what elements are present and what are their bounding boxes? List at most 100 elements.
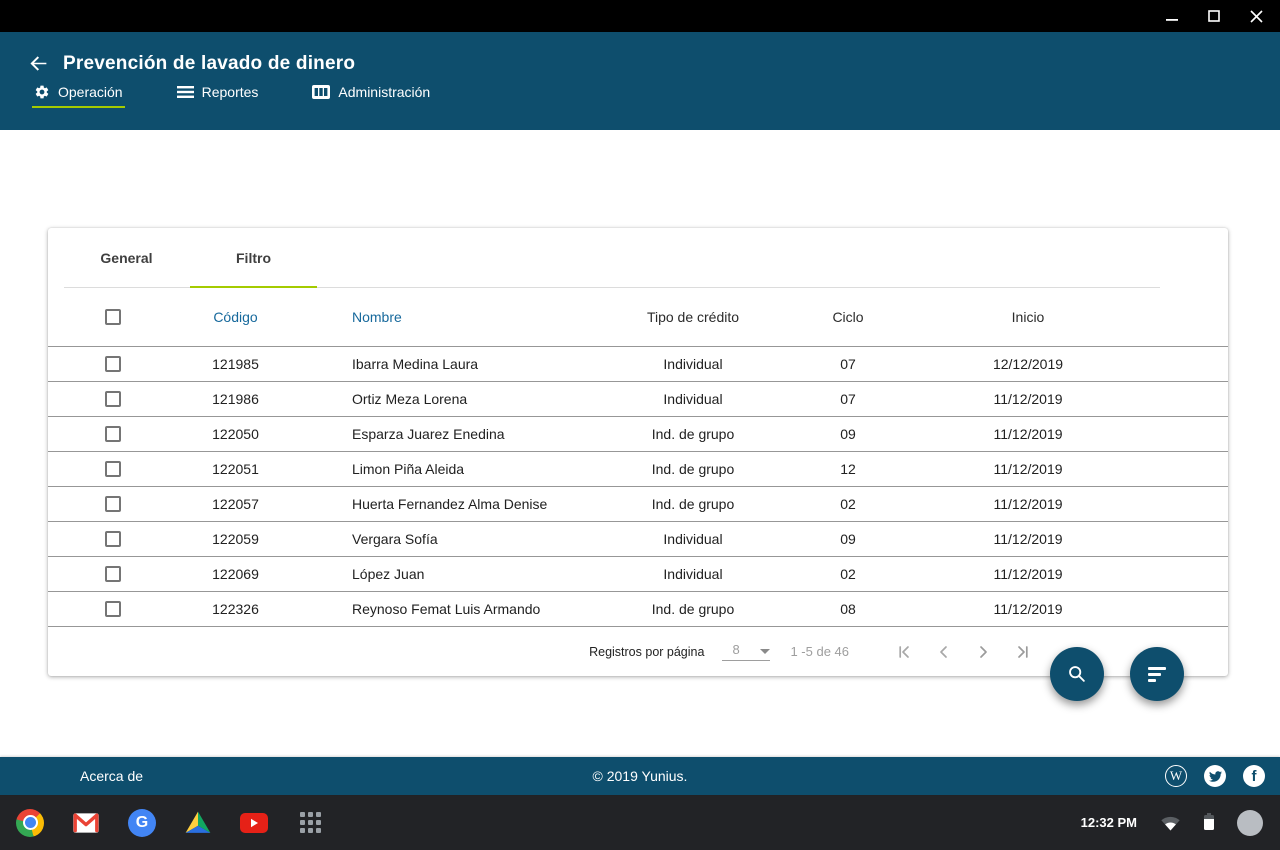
app-footer: Acerca de © 2019 Yunius. W f xyxy=(0,757,1280,795)
row-checkbox[interactable] xyxy=(105,601,121,617)
cell-tipo-credito: Individual xyxy=(638,531,748,547)
cell-inicio: 11/12/2019 xyxy=(948,531,1108,547)
column-header-nombre[interactable]: Nombre xyxy=(293,309,638,325)
cell-ciclo: 12 xyxy=(748,461,948,477)
drive-icon[interactable] xyxy=(184,809,212,837)
cell-ciclo: 02 xyxy=(748,566,948,582)
cell-nombre: Esparza Juarez Enedina xyxy=(293,426,638,442)
last-page-button[interactable] xyxy=(1012,642,1032,662)
gear-icon xyxy=(34,84,50,100)
apps-grid-icon[interactable] xyxy=(296,809,324,837)
table-row: 121985 Ibarra Medina Laura Individual 07… xyxy=(48,346,1228,381)
table-row: 122326 Reynoso Femat Luis Armando Ind. d… xyxy=(48,591,1228,626)
row-checkbox[interactable] xyxy=(105,391,121,407)
columns-icon xyxy=(312,85,330,99)
column-header-inicio: Inicio xyxy=(948,309,1108,325)
avatar[interactable] xyxy=(1237,810,1263,836)
copyright-text: © 2019 Yunius. xyxy=(0,768,1280,784)
cell-codigo: 121985 xyxy=(178,356,293,372)
nav-item-operacion[interactable]: Operación xyxy=(32,80,125,111)
cell-ciclo: 09 xyxy=(748,426,948,442)
cell-inicio: 11/12/2019 xyxy=(948,601,1108,617)
page-title: Prevención de lavado de dinero xyxy=(63,53,355,75)
next-page-button[interactable] xyxy=(973,642,993,662)
youtube-icon[interactable] xyxy=(240,809,268,837)
cell-nombre: Vergara Sofía xyxy=(293,531,638,547)
cell-ciclo: 02 xyxy=(748,496,948,512)
back-arrow-icon[interactable] xyxy=(28,53,49,74)
cell-nombre: Reynoso Femat Luis Armando xyxy=(293,601,638,617)
results-card: General Filtro Código Nombre Tipo de cré… xyxy=(48,228,1228,676)
filter-fab[interactable] xyxy=(1130,647,1184,701)
filter-icon xyxy=(1148,667,1166,682)
list-icon xyxy=(177,85,194,99)
cell-tipo-credito: Individual xyxy=(638,391,748,407)
pagination-range: 1 -5 de 46 xyxy=(790,644,849,659)
row-checkbox[interactable] xyxy=(105,461,121,477)
social-links: W f xyxy=(1165,765,1280,787)
gmail-icon[interactable] xyxy=(72,809,100,837)
twitter-icon[interactable] xyxy=(1204,765,1226,787)
table-body: 121985 Ibarra Medina Laura Individual 07… xyxy=(48,346,1228,626)
nav-item-administracion[interactable]: Administración xyxy=(310,80,432,111)
row-checkbox[interactable] xyxy=(105,496,121,512)
table-row: 122069 López Juan Individual 02 11/12/20… xyxy=(48,556,1228,591)
cell-tipo-credito: Individual xyxy=(638,356,748,372)
tab-general[interactable]: General xyxy=(63,228,190,288)
page-size-value: 8 xyxy=(722,642,739,657)
search-fab[interactable] xyxy=(1050,647,1104,701)
shelf-taskbar: G 12:32 PM xyxy=(0,795,1280,850)
table-row: 122050 Esparza Juarez Enedina Ind. de gr… xyxy=(48,416,1228,451)
cell-nombre: Limon Piña Aleida xyxy=(293,461,638,477)
table-row: 122059 Vergara Sofía Individual 09 11/12… xyxy=(48,521,1228,556)
column-header-codigo[interactable]: Código xyxy=(178,309,293,325)
cell-ciclo: 07 xyxy=(748,356,948,372)
row-checkbox[interactable] xyxy=(105,531,121,547)
page-size-select[interactable]: 8 xyxy=(722,642,770,661)
clock: 12:32 PM xyxy=(1081,815,1137,830)
row-checkbox[interactable] xyxy=(105,356,121,372)
nav-item-reportes[interactable]: Reportes xyxy=(175,80,261,111)
cell-codigo: 122057 xyxy=(178,496,293,512)
facebook-icon[interactable]: f xyxy=(1243,765,1265,787)
minimize-button[interactable] xyxy=(1162,6,1182,26)
nav-label: Reportes xyxy=(202,84,259,100)
cell-ciclo: 07 xyxy=(748,391,948,407)
nav-label: Administración xyxy=(338,84,430,100)
chrome-icon[interactable] xyxy=(16,809,44,837)
cell-tipo-credito: Ind. de grupo xyxy=(638,461,748,477)
cell-nombre: Ortiz Meza Lorena xyxy=(293,391,638,407)
pager-controls xyxy=(895,642,1032,662)
battery-icon xyxy=(1204,815,1214,830)
table-row: 122051 Limon Piña Aleida Ind. de grupo 1… xyxy=(48,451,1228,486)
window-titlebar xyxy=(0,0,1280,32)
shelf-apps: G xyxy=(0,809,324,837)
cell-nombre: Ibarra Medina Laura xyxy=(293,356,638,372)
wordpress-icon[interactable]: W xyxy=(1165,765,1187,787)
cell-ciclo: 08 xyxy=(748,601,948,617)
cell-ciclo: 09 xyxy=(748,531,948,547)
tab-filtro[interactable]: Filtro xyxy=(190,228,317,288)
row-checkbox[interactable] xyxy=(105,566,121,582)
google-icon[interactable]: G xyxy=(128,809,156,837)
previous-page-button[interactable] xyxy=(934,642,954,662)
select-all-checkbox[interactable] xyxy=(105,309,121,325)
column-header-ciclo: Ciclo xyxy=(748,309,948,325)
cell-inicio: 11/12/2019 xyxy=(948,461,1108,477)
system-tray[interactable]: 12:32 PM xyxy=(1081,810,1280,836)
table-row: 121986 Ortiz Meza Lorena Individual 07 1… xyxy=(48,381,1228,416)
row-checkbox[interactable] xyxy=(105,426,121,442)
cell-inicio: 12/12/2019 xyxy=(948,356,1108,372)
cell-tipo-credito: Ind. de grupo xyxy=(638,496,748,512)
table-header-row: Código Nombre Tipo de crédito Ciclo Inic… xyxy=(48,288,1228,346)
wifi-icon xyxy=(1160,815,1181,831)
cell-inicio: 11/12/2019 xyxy=(948,496,1108,512)
nav-label: Operación xyxy=(58,84,123,100)
about-link[interactable]: Acerca de xyxy=(80,768,143,784)
first-page-button[interactable] xyxy=(895,642,915,662)
close-button[interactable] xyxy=(1246,6,1266,26)
maximize-button[interactable] xyxy=(1204,6,1224,26)
rows-per-page-label: Registros por página xyxy=(589,645,704,659)
cell-codigo: 122051 xyxy=(178,461,293,477)
content-area: General Filtro Código Nombre Tipo de cré… xyxy=(0,130,1280,757)
